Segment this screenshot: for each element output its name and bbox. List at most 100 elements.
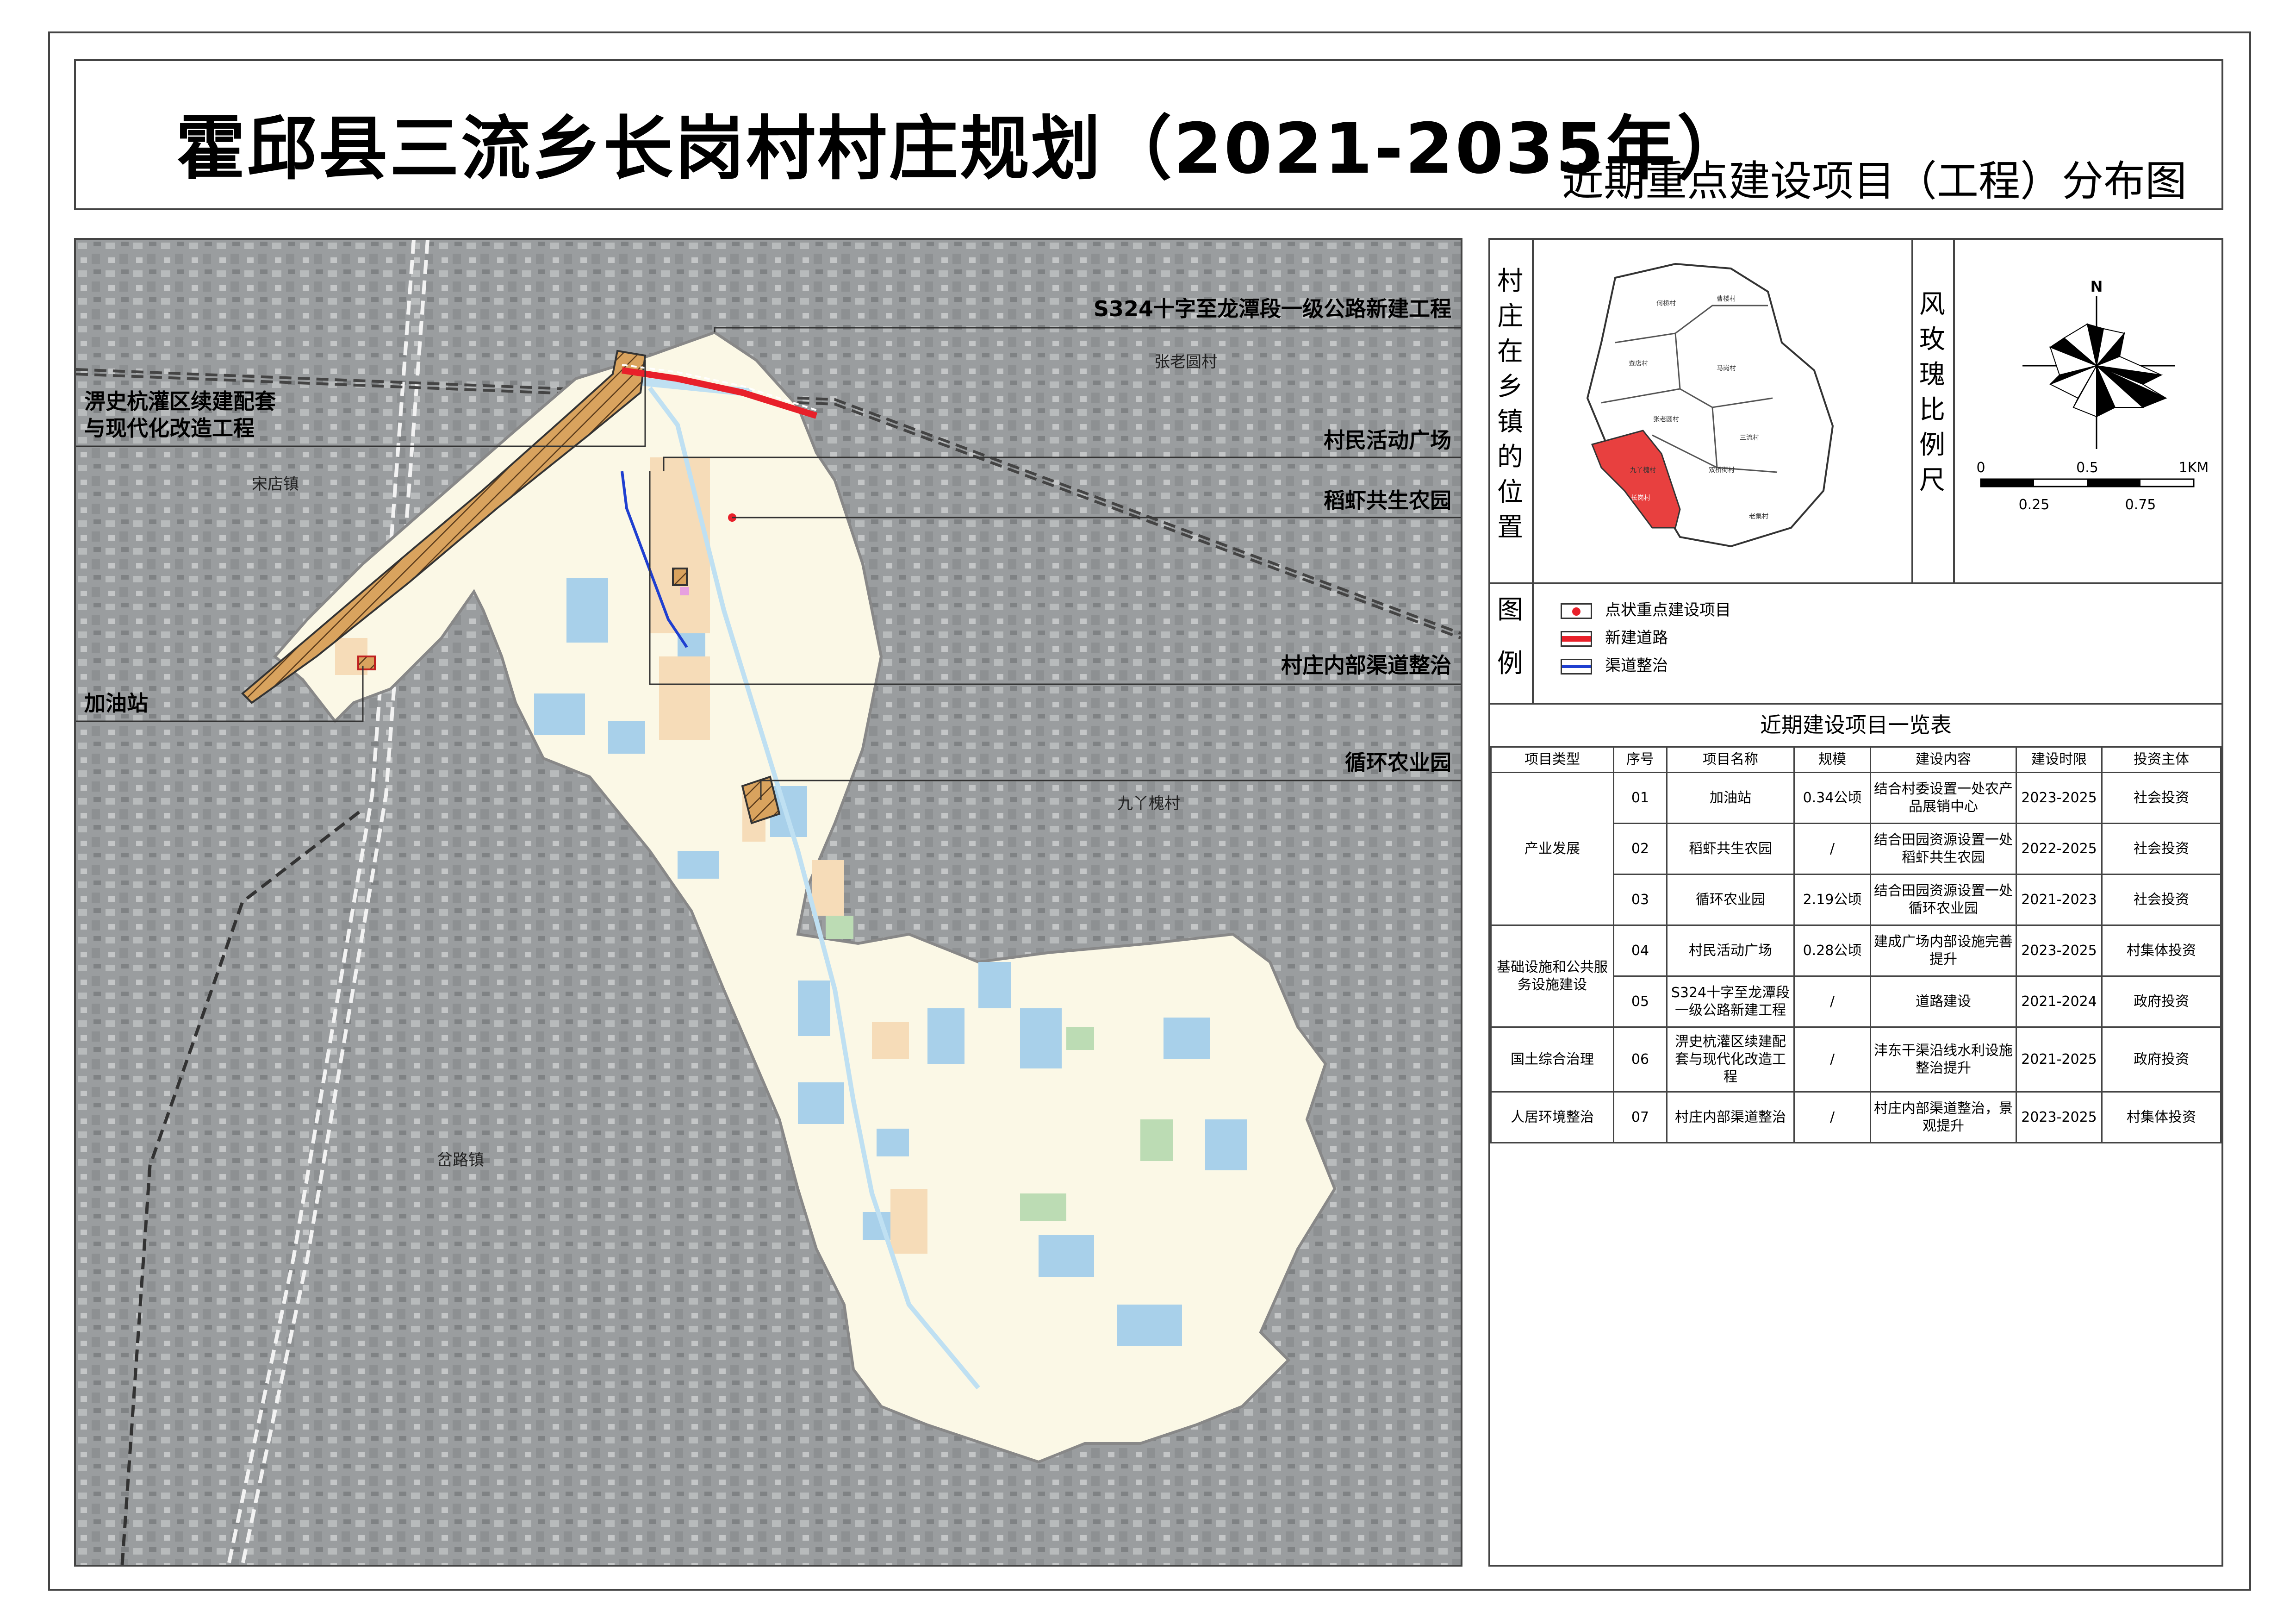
cell-no: 04: [1613, 924, 1668, 977]
heading-char: 比: [1919, 395, 1945, 425]
callout-road-project: S324十字至龙潭段一级公路新建工程: [1093, 296, 1451, 321]
cell-period: 2021-2025: [2016, 1026, 2103, 1093]
heading-char: 置: [1497, 512, 1523, 543]
scale-segment: [1981, 479, 2034, 487]
legend-label: 新建道路: [1605, 629, 1668, 647]
cell-content: 结合田园资源设置一处循环农业园: [1870, 874, 2017, 926]
village-label: 长岗村: [1631, 494, 1650, 502]
scale-segment: [2087, 479, 2140, 487]
heading-char: 村: [1497, 266, 1523, 296]
project-table: 项目类型 序号 项目名称 规模 建设内容 建设时限 投资主体 产业发展 01 加…: [1490, 746, 2221, 1143]
compass-heading: 风 玫 瑰 比 例 尺: [1916, 287, 1948, 498]
cell-period: 2023-2025: [2016, 772, 2103, 824]
cell-scale: /: [1793, 975, 1871, 1028]
cell-scale: /: [1793, 1091, 1871, 1143]
cell-no: 01: [1613, 772, 1668, 824]
callout-plaza: 村民活动广场: [1324, 428, 1451, 453]
place-chalu: 岔路镇: [437, 1151, 484, 1169]
cell-content: 结合村委设置一处农产品展销中心: [1870, 772, 2017, 824]
cell-content: 沣东干渠沿线水利设施整治提升: [1870, 1026, 2017, 1093]
page-title: 霍邱县三流乡长岗村村庄规划（2021-2035年）: [176, 109, 1748, 189]
project-table-title: 近期建设项目一览表: [1760, 712, 1952, 737]
table-row: 国土综合治理 06 淠史杭灌区续建配套与现代化改造工程 / 沣东干渠沿线水利设施…: [1490, 1026, 2221, 1093]
plaza-area: [672, 568, 688, 586]
table-row: 人居环境整治 07 村庄内部渠道整治 / 村庄内部渠道整治，景观提升 2023-…: [1490, 1091, 2221, 1143]
cell-scale: /: [1793, 823, 1871, 875]
place-songdian: 宋店镇: [252, 475, 299, 493]
divider: [1490, 703, 2221, 705]
cell-no: 03: [1613, 874, 1668, 926]
red-line-icon: [1561, 631, 1592, 647]
village-label: 九丫槐村: [1630, 467, 1656, 474]
legend-item-channel: 渠道整治: [1561, 653, 1668, 675]
heading-char: 庄: [1497, 301, 1523, 331]
cell-investor: 村集体投资: [2101, 1091, 2221, 1143]
callout-gas-station: 加油站: [84, 691, 148, 716]
table-header-row: 项目类型 序号 项目名称 规模 建设内容 建设时限 投资主体: [1490, 746, 2221, 773]
place-zhanglaoyuan: 张老圆村: [1154, 353, 1217, 371]
legend-heading: 图 例: [1494, 593, 1526, 681]
legend-item-point: 点状重点建设项目: [1561, 597, 1731, 620]
project-type: 产业发展: [1490, 772, 1614, 926]
location-heading: 村 庄 在 乡 镇 的 位 置: [1494, 264, 1526, 545]
cell-content: 村庄内部渠道整治，景观提升: [1870, 1091, 2017, 1143]
divider: [1953, 240, 1955, 582]
village-label: 曹楼村: [1717, 295, 1736, 303]
cell-investor: 社会投资: [2101, 823, 2221, 875]
village-label: 查店村: [1629, 360, 1648, 368]
legend-label: 点状重点建设项目: [1605, 601, 1731, 619]
heading-char: 镇: [1497, 407, 1523, 437]
scale-label: 0.5: [2076, 460, 2098, 476]
cell-investor: 社会投资: [2101, 772, 2221, 824]
cell-scale: 0.34公顷: [1793, 772, 1871, 824]
cell-name: 稻虾共生农园: [1666, 823, 1795, 875]
heading-char: 瑰: [1919, 360, 1945, 390]
map-canvas: [76, 240, 1461, 1565]
cell-scale: 2.19公顷: [1793, 874, 1871, 926]
north-label: N: [2091, 278, 2103, 295]
scale-label: 0.25: [2019, 497, 2050, 513]
table-header: 投资主体: [2101, 746, 2221, 773]
cell-investor: 社会投资: [2101, 874, 2221, 926]
callout-canal-project-line1: 淠史杭灌区续建配套: [84, 389, 276, 414]
cell-name: 循环农业园: [1666, 874, 1795, 926]
page-subtitle: 近期重点建设项目（工程）分布图: [1562, 157, 2187, 206]
village-label: 何桥村: [1656, 300, 1676, 307]
divider: [1532, 582, 1534, 703]
heading-char: 例: [1919, 430, 1945, 460]
table-header: 项目名称: [1666, 746, 1795, 773]
heading-char: 乡: [1497, 372, 1523, 402]
cell-content: 结合田园资源设置一处稻虾共生农园: [1870, 823, 2017, 875]
callout-canal-project-line2: 与现代化改造工程: [84, 416, 255, 441]
red-dot-icon: [1561, 603, 1592, 619]
legend-item-road: 新建道路: [1561, 625, 1668, 648]
township-outline: [1586, 262, 1834, 548]
cell-no: 05: [1613, 975, 1668, 1028]
callout-internal-canal: 村庄内部渠道整治: [1281, 653, 1451, 678]
wind-rose: N: [2022, 278, 2175, 449]
cell-scale: 0.28公顷: [1793, 924, 1871, 977]
village-label: 双桥街村: [1709, 467, 1735, 474]
table-row: 基础设施和公共服务设施建设 04 村民活动广场 0.28公顷 建成广场内部设施完…: [1490, 924, 2221, 1028]
heading-char: 图: [1497, 595, 1523, 625]
scale-label: 1KM: [2179, 460, 2208, 476]
plaza-marker: [680, 587, 689, 595]
village-label: 老集村: [1749, 512, 1768, 520]
project-type: 人居环境整治: [1490, 1091, 1614, 1143]
cell-content: 建成广场内部设施完善提升: [1870, 924, 2017, 977]
table-header: 项目类型: [1490, 746, 1614, 773]
cell-period: 2021-2024: [2016, 975, 2103, 1028]
table-header: 序号: [1613, 746, 1668, 773]
main-map: S324十字至龙潭段一级公路新建工程 淠史杭灌区续建配套 与现代化改造工程 村民…: [74, 238, 1462, 1567]
cell-scale: /: [1793, 1026, 1871, 1093]
table-row: 产业发展 01 加油站 0.34公顷 结合村委设置一处农产品展销中心 2023-…: [1490, 772, 2221, 926]
project-type: 国土综合治理: [1490, 1026, 1614, 1093]
callout-circular-farm: 循环农业园: [1345, 750, 1451, 775]
cell-no: 07: [1613, 1091, 1668, 1143]
scale-label: 0: [1976, 460, 1985, 476]
cell-no: 06: [1613, 1026, 1668, 1093]
callout-rice-shrimp: 稻虾共生农园: [1324, 488, 1451, 513]
table-header: 规模: [1793, 746, 1871, 773]
cell-name: 村庄内部渠道整治: [1666, 1091, 1795, 1143]
village-label: 张老圆村: [1653, 416, 1679, 423]
